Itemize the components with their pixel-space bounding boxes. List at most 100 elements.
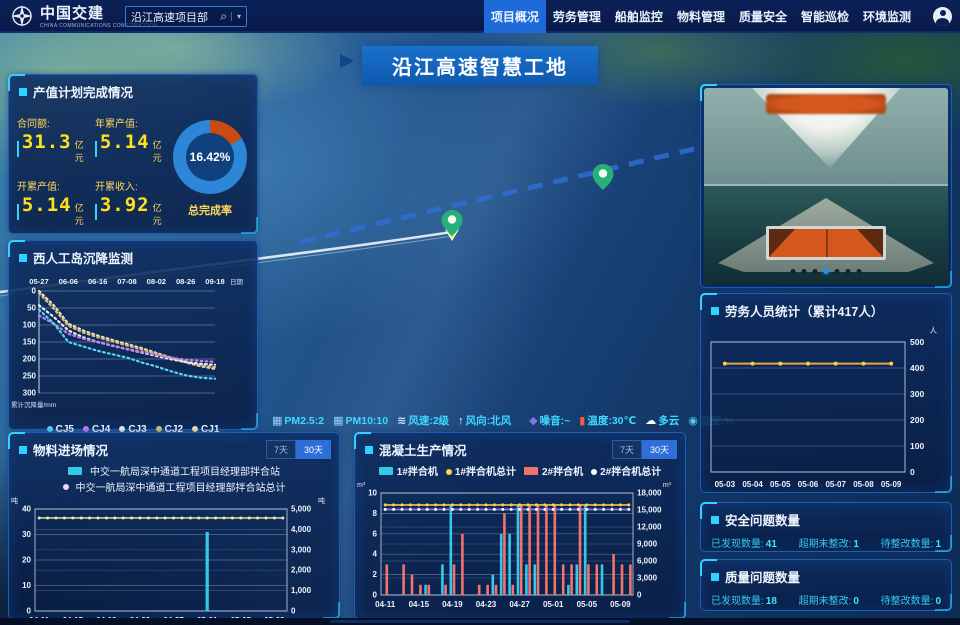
metric-contract: 合同额: 31.3 亿元 [17,115,91,164]
contract-value: 31.3 [22,133,72,152]
panel-bullet-icon [711,307,719,315]
svg-text:100: 100 [23,321,37,330]
svg-text:100: 100 [910,441,924,451]
safety-stats: 已发现数量:41 超期未整改:1 待整改数量:1 [701,533,951,550]
svg-text:05-01: 05-01 [543,600,564,609]
quality-issues-panel: 质量问题数量 已发现数量:18 超期未整改:0 待整改数量:0 [700,559,952,611]
svg-text:200: 200 [23,355,37,364]
nav-item-project-overview[interactable]: 项目概况 [484,0,546,33]
svg-text:150: 150 [23,338,37,347]
svg-text:05-06: 05-06 [798,480,819,489]
svg-text:250: 250 [23,372,37,381]
user-avatar-icon[interactable] [933,7,952,26]
bottom-footer-strip [0,618,960,625]
year-output-value: 5.14 [100,133,150,152]
completion-percent: 16.42% [190,150,231,164]
svg-text:05-08: 05-08 [853,480,874,489]
svg-text:20: 20 [22,556,31,565]
svg-text:05-04: 05-04 [742,480,763,489]
humidity-icon: ◉ [688,414,698,427]
svg-text:50: 50 [27,304,36,313]
carousel-dot[interactable] [813,269,818,274]
range-30d-button[interactable]: 30天 [296,440,331,459]
svg-text:0: 0 [32,287,37,296]
svg-text:05-27: 05-27 [29,277,48,286]
svg-text:500: 500 [910,337,924,347]
material-inbound-panel: 物料进场情况 7天 30天 中交一航局深中通道工程项目经理部拌合站 中交一航局深… [8,432,340,619]
range-7d-button[interactable]: 7天 [612,440,642,459]
env-weather: ☁多云 [645,413,679,428]
safety-panel-title: 安全问题数量 [725,510,800,529]
island-structure [766,94,886,114]
settlement-panel: 西人工岛沉降监测 05010015020025030005-2706-0606-… [8,240,258,430]
svg-text:200: 200 [910,415,924,425]
tunnel-cross-section [766,226,886,260]
wind-dir-icon: ↑ [458,415,464,427]
quality-found-count: 18 [766,596,777,607]
material-range-toggle: 7天 30天 [266,440,331,459]
metric-cumulative-income: 开累收入: 3.92 亿元 [95,178,169,227]
labor-panel-title: 劳务人员统计（累计417人） [725,301,883,320]
svg-text:400: 400 [910,363,924,373]
chevron-down-icon[interactable]: ▾ [231,12,241,21]
svg-text:06-06: 06-06 [59,277,78,286]
panel-bullet-icon [711,516,719,524]
wind-speed-icon: ≋ [397,414,406,427]
carousel-dot[interactable] [791,269,796,274]
panel-bullet-icon [711,573,719,581]
noise-icon: ◆ [529,414,537,427]
nav-item-ship-monitor[interactable]: 船舶监控 [608,0,670,33]
material-panel-title: 物料进场情况 [33,440,108,459]
carousel-dot[interactable] [857,269,862,274]
quality-stats: 已发现数量:18 超期未整改:0 待整改数量:0 [701,590,951,607]
material-bar-chart: 01,0002,0003,0004,0005,000010203040吨吨04-… [9,494,339,625]
svg-text:04-27: 04-27 [509,600,530,609]
nav-item-quality-safety[interactable]: 质量安全 [732,0,794,33]
project-search-input[interactable]: 沿江高速项目部 ⌕ ▾ [125,6,247,27]
concrete-bar-chart: 03,0006,0009,00012,00015,00018,000024681… [355,478,685,615]
svg-text:04-19: 04-19 [442,600,463,609]
range-7d-button[interactable]: 7天 [266,440,296,459]
temp-icon: ▮ [579,414,585,427]
cumulative-income-value: 3.92 [100,196,150,215]
svg-text:0: 0 [373,591,378,600]
weather-icon: ☁ [645,414,656,427]
env-wind-speed: ≋风速:2级 [397,413,449,428]
svg-text:09-18: 09-18 [205,277,224,286]
svg-text:10: 10 [368,489,377,498]
svg-text:m³: m³ [663,482,672,489]
tunnel-model-carousel-panel[interactable] [700,84,952,288]
main-nav: 项目概况 劳务管理 船舶监控 物料管理 质量安全 智能巡检 环境监测 [484,0,918,33]
search-icon[interactable]: ⌕ [220,9,227,24]
svg-text:3,000: 3,000 [291,545,312,554]
environment-status-bar: ▦PM2.5:2 ▦PM10:10 ≋风速:2级 ↑风向:北风 ◆噪音:~ ▮温… [272,413,694,428]
carousel-dot[interactable] [846,269,851,274]
safety-overdue-count: 1 [853,539,859,550]
panel-bullet-icon [365,446,373,454]
svg-text:2: 2 [373,570,378,579]
quality-panel-title: 质量问题数量 [725,567,800,586]
nav-item-labor[interactable]: 劳务管理 [546,0,608,33]
pm10-icon: ▦ [333,414,343,427]
concrete-panel-title: 混凝土生产情况 [379,440,467,459]
completion-label: 总完成率 [188,202,232,218]
output-plan-panel: 产值计划完成情况 合同额: 31.3 亿元 年累产值: 5.14 亿元 开累产值… [8,74,258,234]
nav-item-material[interactable]: 物料管理 [670,0,732,33]
carousel-dot[interactable] [824,269,829,274]
svg-text:8: 8 [373,509,378,518]
carousel-dots[interactable] [791,269,862,274]
svg-text:0: 0 [910,467,915,477]
concrete-production-panel: 混凝土生产情况 7天 30天 1#拌合机 1#拌合机总计 2#拌合机 2#拌合机… [354,432,686,619]
cccc-compass-icon [10,4,34,28]
carousel-dot[interactable] [802,269,807,274]
range-30d-button[interactable]: 30天 [642,440,677,459]
svg-text:04-11: 04-11 [375,600,396,609]
output-panel-title: 产值计划完成情况 [33,82,133,101]
svg-text:07-08: 07-08 [117,277,136,286]
nav-item-environment[interactable]: 环境监测 [856,0,918,33]
svg-text:0: 0 [27,607,32,616]
carousel-dot[interactable] [835,269,840,274]
completion-donut-chart: 16.42% [173,120,247,194]
labor-line-chart: 0100200300400500人05-0305-0405-0505-0605-… [701,324,951,497]
nav-item-smart-inspection[interactable]: 智能巡检 [794,0,856,33]
